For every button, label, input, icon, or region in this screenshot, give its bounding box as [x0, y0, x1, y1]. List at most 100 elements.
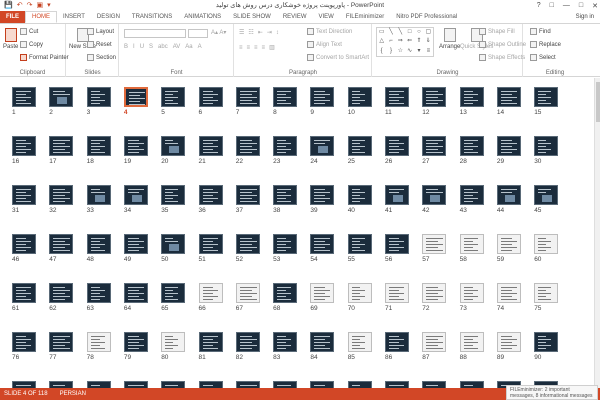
slide-thumbnail[interactable]: 71 [385, 283, 409, 312]
strikethrough-icon[interactable]: S [149, 44, 153, 50]
slide-thumbnail[interactable]: 88 [459, 332, 484, 361]
square-shape-icon[interactable]: □ [405, 28, 414, 37]
tab-insert[interactable]: INSERT [57, 11, 91, 23]
slide-thumbnail[interactable]: 62 [49, 283, 74, 312]
slide-thumbnail[interactable]: 13 [459, 87, 484, 116]
slide-thumbnail[interactable]: 86 [385, 332, 409, 361]
slide-thumbnail[interactable]: 42 [422, 185, 447, 214]
slide-thumbnail[interactable]: 32 [49, 185, 74, 214]
arrow-shape-icon[interactable]: ⇐ [405, 37, 414, 46]
slide-thumbnail[interactable]: 97 [235, 381, 260, 388]
change-case-icon[interactable]: Aa [185, 44, 192, 50]
slide-thumbnail[interactable]: 100 [347, 381, 372, 388]
slide-thumbnail[interactable]: 38 [273, 185, 298, 214]
slide-thumbnail[interactable]: 56 [385, 234, 409, 263]
slide-thumbnail[interactable]: 60 [534, 234, 559, 263]
slide-thumbnail[interactable]: 40 [347, 185, 372, 214]
slide-thumbnail[interactable]: 77 [49, 332, 74, 361]
help-button[interactable]: ? [537, 2, 541, 9]
slide-thumbnail[interactable]: 82 [235, 332, 260, 361]
slide-thumbnail[interactable]: 2 [49, 87, 74, 116]
italic-icon[interactable]: I [133, 44, 135, 50]
slide-thumbnail[interactable]: 54 [310, 234, 335, 263]
customize-qat-icon[interactable]: ▾ [47, 0, 51, 11]
slide-thumbnail[interactable]: 92 [49, 381, 74, 388]
slide-thumbnail[interactable]: 19 [123, 136, 148, 165]
slide-thumbnail[interactable]: 50 [161, 234, 186, 263]
font-size-box[interactable] [188, 29, 208, 38]
font-color-icon[interactable]: A [198, 44, 202, 50]
slide-thumbnail[interactable]: 22 [235, 136, 260, 165]
font-name-box[interactable] [124, 29, 186, 38]
slide-thumbnail[interactable]: 43 [459, 185, 484, 214]
slide-thumbnail[interactable]: 15 [534, 87, 559, 116]
arrow-shape-icon[interactable]: ⇒ [396, 37, 405, 46]
align-text-button[interactable]: Align Text [307, 41, 342, 48]
slide-thumbnail[interactable]: 28 [459, 136, 484, 165]
brace-shape-icon[interactable]: } [386, 47, 395, 56]
triangle-shape-icon[interactable]: △ [377, 37, 386, 46]
slide-thumbnail[interactable]: 103 [459, 381, 484, 388]
cut-button[interactable]: Cut [20, 28, 38, 35]
line-spacing-icon[interactable]: ↕ [276, 30, 279, 36]
slide-thumbnail[interactable]: 68 [273, 283, 298, 312]
slide-thumbnail[interactable]: 67 [235, 283, 260, 312]
align-right-icon[interactable]: ≡ [254, 45, 258, 51]
tab-file[interactable]: FILE [0, 11, 25, 23]
arrange-button[interactable]: Arrange [439, 28, 460, 50]
slide-thumbnail[interactable]: 74 [496, 283, 521, 312]
slide-thumbnail[interactable]: 41 [385, 185, 409, 214]
paste-button[interactable]: Paste [3, 28, 18, 50]
slide-thumbnail[interactable]: 7 [235, 87, 260, 116]
font-size-grow-icon[interactable]: A▴ A▾ [211, 29, 226, 36]
star-shape-icon[interactable]: ☆ [396, 47, 405, 56]
slide-thumbnail[interactable]: 57 [422, 234, 447, 263]
slide-thumbnail[interactable]: 89 [496, 332, 521, 361]
scrollbar-thumb[interactable] [596, 82, 600, 122]
slide-thumbnail[interactable]: 101 [385, 381, 409, 388]
tab-review[interactable]: REVIEW [277, 11, 313, 23]
slide-thumbnail[interactable]: 5 [161, 87, 186, 116]
slide-thumbnail[interactable]: 78 [86, 332, 111, 361]
slide-thumbnail[interactable]: 21 [198, 136, 223, 165]
slide-thumbnail[interactable]: 83 [273, 332, 298, 361]
tab-view[interactable]: VIEW [313, 11, 340, 23]
slide-thumbnail[interactable]: 85 [347, 332, 372, 361]
align-left-icon[interactable]: ≡ [239, 45, 243, 51]
tab-design[interactable]: DESIGN [91, 11, 126, 23]
find-button[interactable]: Find [530, 28, 551, 35]
shapes-gallery[interactable]: ▭ ╲ ╲ □ ○ ▢ △ ⌐ ⇒ ⇐ ⇑ ⇓ { } ☆ ∿ ▾ ≡ [376, 27, 434, 57]
rectangle-shape-icon[interactable]: ▭ [377, 28, 386, 37]
replace-button[interactable]: Replace [530, 41, 561, 48]
slide-thumbnail[interactable]: 59 [496, 234, 521, 263]
slide-thumbnail[interactable]: 90 [534, 332, 559, 361]
slide-thumbnail[interactable]: 11 [385, 87, 409, 116]
slide-thumbnail[interactable]: 33 [86, 185, 111, 214]
slide-thumbnail[interactable]: 72 [422, 283, 447, 312]
slide-thumbnail[interactable]: 66 [198, 283, 223, 312]
maximize-button[interactable]: □ [579, 2, 583, 9]
more-shapes-icon[interactable]: ≡ [424, 47, 433, 56]
slide-thumbnail[interactable]: 61 [12, 283, 36, 312]
slide-thumbnail[interactable]: 27 [422, 136, 447, 165]
notification-popup[interactable]: FILEminimizer: 2 important messages, 8 i… [506, 385, 598, 400]
slide-thumbnail[interactable]: 47 [49, 234, 74, 263]
slide-thumbnail[interactable]: 48 [86, 234, 111, 263]
slide-thumbnail[interactable]: 30 [534, 136, 559, 165]
select-button[interactable]: Select [530, 54, 556, 61]
slide-thumbnail[interactable]: 10 [347, 87, 372, 116]
slide-thumbnail[interactable]: 51 [198, 234, 223, 263]
text-direction-button[interactable]: Text Direction [307, 28, 352, 35]
slide-thumbnail[interactable]: 87 [422, 332, 447, 361]
increase-indent-icon[interactable]: ⇥ [267, 29, 272, 36]
slide-thumbnail[interactable]: 1 [12, 87, 36, 116]
slide-thumbnail[interactable]: 79 [123, 332, 148, 361]
line-shape-icon[interactable]: ╲ [396, 28, 405, 37]
slide-thumbnail[interactable]: 84 [310, 332, 335, 361]
slide-thumbnail[interactable]: 35 [161, 185, 186, 214]
slide-thumbnail[interactable]: 24 [310, 136, 335, 165]
line-shape-icon[interactable]: ╲ [386, 28, 395, 37]
slide-thumbnail[interactable]: 31 [12, 185, 36, 214]
line-shape-icon[interactable]: ⌐ [386, 37, 395, 46]
slide-thumbnail[interactable]: 73 [459, 283, 484, 312]
